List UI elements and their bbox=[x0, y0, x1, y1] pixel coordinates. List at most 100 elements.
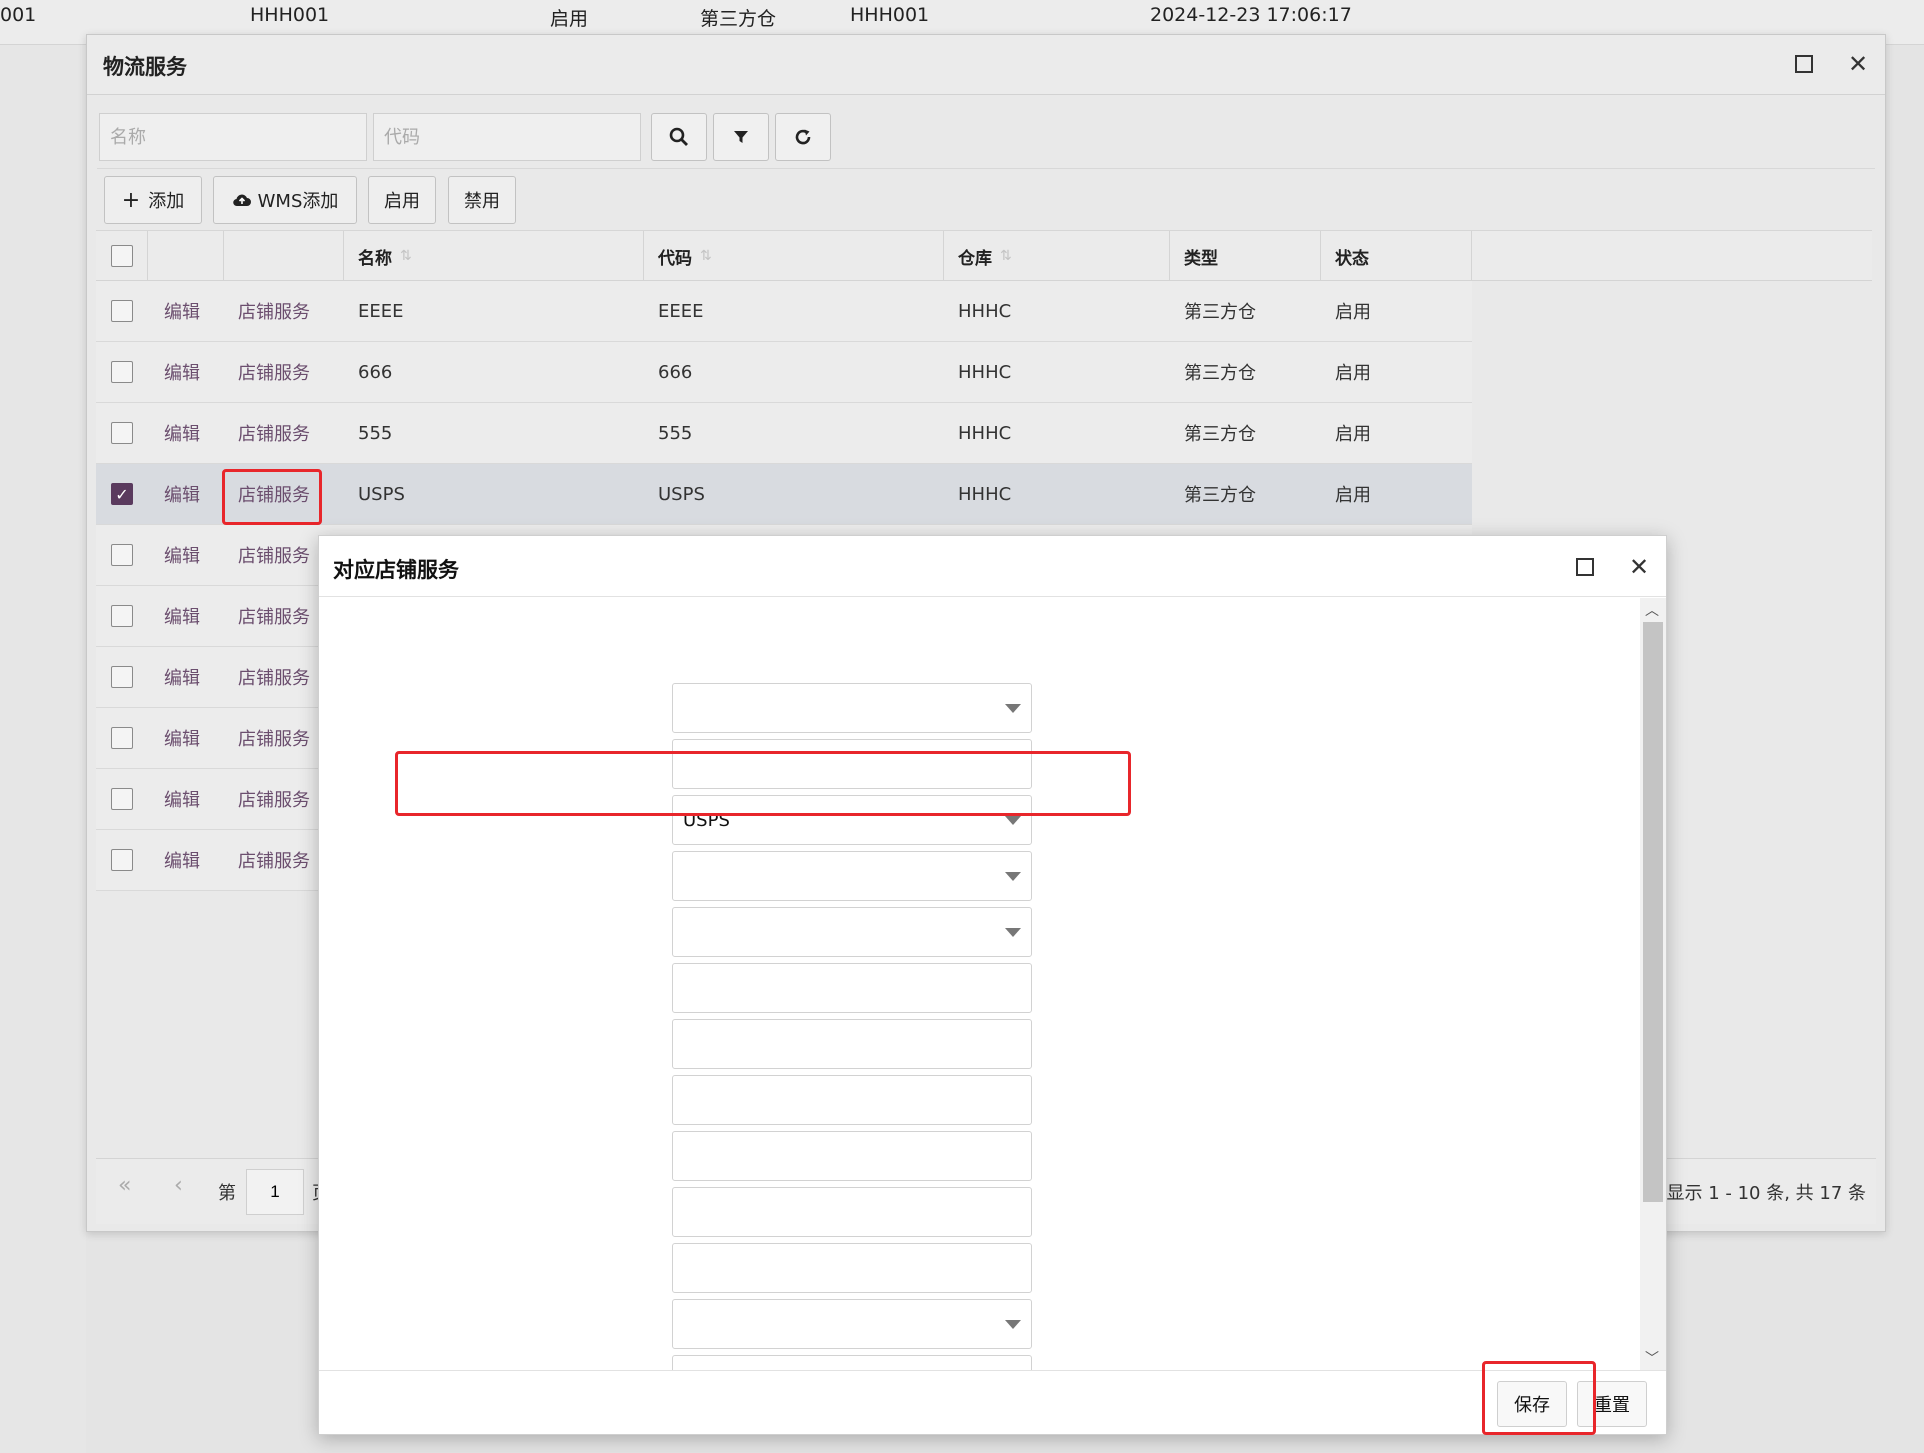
dialog-footer: 保存 重置 bbox=[319, 1370, 1666, 1434]
save-button[interactable]: 保存 bbox=[1497, 1381, 1567, 1427]
name-search-input[interactable] bbox=[99, 113, 367, 161]
carrier-select[interactable] bbox=[672, 907, 1032, 957]
page-number-input[interactable] bbox=[246, 1169, 304, 1215]
wms-add-button[interactable]: WMS添加 bbox=[213, 176, 357, 224]
header-code[interactable]: 代码 ⇅ bbox=[644, 231, 944, 281]
close-icon: ✕ bbox=[1847, 50, 1869, 78]
text-field[interactable] bbox=[672, 1075, 1032, 1125]
table-row[interactable]: 编辑 店铺服务 666 666 HHHC 第三方仓 启用 bbox=[96, 342, 1472, 403]
row-checkbox[interactable] bbox=[111, 849, 133, 871]
shop-service-link[interactable]: 店铺服务 bbox=[238, 403, 310, 463]
edit-link[interactable]: 编辑 bbox=[164, 464, 200, 524]
header-code-label: 代码 bbox=[658, 248, 692, 269]
dialog-maximize-button[interactable] bbox=[1570, 552, 1600, 582]
shop-service-link[interactable]: 店铺服务 bbox=[238, 586, 310, 646]
shop-service-link[interactable]: 店铺服务 bbox=[238, 464, 310, 524]
first-page-icon[interactable]: « bbox=[118, 1173, 131, 1198]
text-field[interactable] bbox=[672, 963, 1032, 1013]
row-checkbox-cell[interactable]: ✓ bbox=[111, 464, 133, 524]
row-checkbox-cell[interactable] bbox=[111, 708, 133, 768]
shop-service-link[interactable]: 店铺服务 bbox=[238, 525, 310, 585]
type-cell: 第三方仓 bbox=[1184, 424, 1256, 445]
row-checkbox[interactable]: ✓ bbox=[111, 483, 133, 505]
table-row[interactable]: ✓ 编辑 店铺服务 USPS USPS HHHC 第三方仓 启用 bbox=[96, 464, 1472, 525]
carrier-select[interactable] bbox=[672, 1299, 1032, 1349]
row-checkbox[interactable] bbox=[111, 422, 133, 444]
header-select-all[interactable] bbox=[96, 231, 148, 281]
row-checkbox[interactable] bbox=[111, 788, 133, 810]
background-cell: 2024-12-23 17:06:17 bbox=[1150, 4, 1352, 26]
shop-service-link[interactable]: 店铺服务 bbox=[238, 342, 310, 402]
row-checkbox-cell[interactable] bbox=[111, 830, 133, 890]
form-row: wish对应的的物流公司: bbox=[319, 907, 1619, 957]
edit-link[interactable]: 编辑 bbox=[164, 281, 200, 341]
table-row[interactable]: 编辑 店铺服务 555 555 HHHC 第三方仓 启用 bbox=[96, 403, 1472, 464]
edit-link[interactable]: 编辑 bbox=[164, 769, 200, 829]
disable-button[interactable]: 禁用 bbox=[448, 176, 516, 224]
edit-link[interactable]: 编辑 bbox=[164, 586, 200, 646]
maximize-button[interactable] bbox=[1789, 49, 1819, 79]
edit-link[interactable]: 编辑 bbox=[164, 830, 200, 890]
carrier-select[interactable] bbox=[672, 683, 1032, 733]
page-summary: 显示 1 - 10 条, 共 17 条 bbox=[1666, 1183, 1866, 1204]
edit-link[interactable]: 编辑 bbox=[164, 647, 200, 707]
header-name[interactable]: 名称 ⇅ bbox=[344, 231, 644, 281]
dropdown-caret-icon bbox=[1005, 928, 1021, 937]
background-cell: HHH001 bbox=[850, 4, 930, 26]
shop-service-link[interactable]: 店铺服务 bbox=[238, 769, 310, 829]
edit-link[interactable]: 编辑 bbox=[164, 708, 200, 768]
text-field[interactable] bbox=[672, 1187, 1032, 1237]
shop-service-link[interactable]: 店铺服务 bbox=[238, 647, 310, 707]
row-checkbox-cell[interactable] bbox=[111, 403, 133, 463]
text-field[interactable] bbox=[672, 1243, 1032, 1293]
close-button[interactable]: ✕ bbox=[1843, 49, 1873, 79]
text-field[interactable] bbox=[672, 739, 1032, 789]
edit-link[interactable]: 编辑 bbox=[164, 403, 200, 463]
carrier-select[interactable]: USPS bbox=[672, 795, 1032, 845]
edit-link[interactable]: 编辑 bbox=[164, 525, 200, 585]
refresh-button[interactable] bbox=[775, 113, 831, 161]
scroll-down-icon[interactable]: ﹀ bbox=[1645, 1348, 1659, 1368]
enable-button[interactable]: 启用 bbox=[368, 176, 436, 224]
carrier-select[interactable] bbox=[672, 851, 1032, 901]
row-checkbox-cell[interactable] bbox=[111, 525, 133, 585]
row-checkbox-cell[interactable] bbox=[111, 586, 133, 646]
scroll-thumb[interactable] bbox=[1643, 622, 1663, 1202]
page-prefix: 第 bbox=[218, 1183, 236, 1204]
header-status-label: 状态 bbox=[1335, 248, 1369, 269]
row-checkbox-cell[interactable] bbox=[111, 647, 133, 707]
code-search-input[interactable] bbox=[373, 113, 641, 161]
form-row: TikTok对应的的物流公司: bbox=[319, 1355, 1619, 1370]
dialog-scrollbar[interactable]: ︿ ﹀ bbox=[1640, 598, 1666, 1370]
dialog-close-button[interactable]: ✕ bbox=[1624, 552, 1654, 582]
shop-service-link[interactable]: 店铺服务 bbox=[238, 281, 310, 341]
select-all-checkbox[interactable] bbox=[110, 245, 133, 267]
row-checkbox-cell[interactable] bbox=[111, 769, 133, 829]
scroll-up-icon[interactable]: ︿ bbox=[1645, 600, 1659, 620]
form-row: shopify对应的物流公司: bbox=[319, 683, 1619, 733]
shop-service-link[interactable]: 店铺服务 bbox=[238, 830, 310, 890]
row-checkbox[interactable] bbox=[111, 605, 133, 627]
table-row[interactable]: 编辑 店铺服务 EEEE EEEE HHHC 第三方仓 启用 bbox=[96, 281, 1472, 342]
header-name-label: 名称 bbox=[358, 248, 392, 269]
row-checkbox[interactable] bbox=[111, 727, 133, 749]
text-field[interactable] bbox=[672, 1019, 1032, 1069]
row-checkbox[interactable] bbox=[111, 666, 133, 688]
add-button-label: 添加 bbox=[148, 191, 185, 212]
row-checkbox-cell[interactable] bbox=[111, 281, 133, 341]
row-checkbox[interactable] bbox=[111, 544, 133, 566]
row-checkbox-cell[interactable] bbox=[111, 342, 133, 402]
row-checkbox[interactable] bbox=[111, 300, 133, 322]
reset-button[interactable]: 重置 bbox=[1577, 1381, 1647, 1427]
prev-page-icon[interactable]: ‹ bbox=[174, 1173, 183, 1198]
dialog-title: 对应店铺服务 bbox=[333, 558, 459, 582]
shop-service-link[interactable]: 店铺服务 bbox=[238, 708, 310, 768]
search-button[interactable] bbox=[651, 113, 707, 161]
header-warehouse[interactable]: 仓库 ⇅ bbox=[944, 231, 1170, 281]
edit-link[interactable]: 编辑 bbox=[164, 342, 200, 402]
text-field[interactable] bbox=[672, 1131, 1032, 1181]
carrier-select[interactable] bbox=[672, 1355, 1032, 1370]
row-checkbox[interactable] bbox=[111, 361, 133, 383]
filter-button[interactable] bbox=[713, 113, 769, 161]
add-button[interactable]: + 添加 bbox=[104, 176, 202, 224]
